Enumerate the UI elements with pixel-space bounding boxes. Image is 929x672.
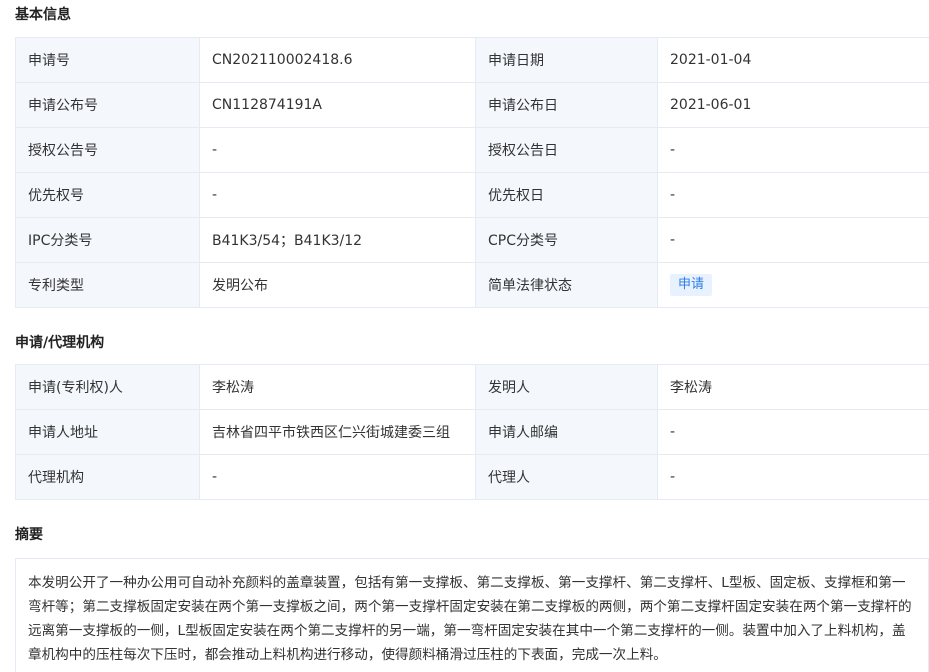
table-row: 授权公告号 - 授权公告日 -	[15, 127, 929, 173]
field-value-publication-number: CN112874191A	[199, 82, 476, 128]
field-label-grant-number: 授权公告号	[15, 127, 200, 173]
field-value-applicant-address: 吉林省四平市铁西区仁兴街城建委三组	[199, 409, 476, 455]
field-label-publication-date: 申请公布日	[475, 82, 658, 128]
table-row: 申请号 CN202110002418.6 申请日期 2021-01-04	[15, 37, 929, 83]
field-value-legal-status: 申请	[657, 262, 929, 308]
field-value-application-number: CN202110002418.6	[199, 37, 476, 83]
field-label-agency: 代理机构	[15, 454, 200, 500]
table-row: 优先权号 - 优先权日 -	[15, 172, 929, 218]
field-label-applicant: 申请(专利权)人	[15, 364, 200, 410]
table-row: 申请(专利权)人 李松涛 发明人 李松涛	[15, 364, 929, 410]
field-label-priority-number: 优先权号	[15, 172, 200, 218]
field-value-grant-date: -	[657, 127, 929, 173]
field-label-legal-status: 简单法律状态	[475, 262, 658, 308]
field-value-publication-date: 2021-06-01	[657, 82, 929, 128]
field-value-priority-date: -	[657, 172, 929, 218]
field-value-priority-number: -	[199, 172, 476, 218]
field-label-cpc: CPC分类号	[475, 217, 658, 263]
field-label-grant-date: 授权公告日	[475, 127, 658, 173]
field-label-patent-type: 专利类型	[15, 262, 200, 308]
table-row: 专利类型 发明公布 简单法律状态 申请	[15, 262, 929, 308]
field-label-priority-date: 优先权日	[475, 172, 658, 218]
field-label-applicant-address: 申请人地址	[15, 409, 200, 455]
legal-status-badge[interactable]: 申请	[670, 274, 713, 296]
table-row: 代理机构 - 代理人 -	[15, 454, 929, 500]
field-value-ipc: B41K3/54；B41K3/12	[199, 217, 476, 263]
field-value-patent-type: 发明公布	[199, 262, 476, 308]
field-value-agency: -	[199, 454, 476, 500]
agency-table: 申请(专利权)人 李松涛 发明人 李松涛 申请人地址 吉林省四平市铁西区仁兴街城…	[15, 364, 929, 500]
field-value-agent: -	[657, 454, 929, 500]
section-title-abstract: 摘要	[15, 527, 43, 543]
field-label-applicant-postcode: 申请人邮编	[475, 409, 658, 455]
field-value-applicant: 李松涛	[199, 364, 476, 410]
field-label-application-date: 申请日期	[475, 37, 658, 83]
section-title-agency: 申请/代理机构	[15, 335, 105, 351]
basic-info-table: 申请号 CN202110002418.6 申请日期 2021-01-04 申请公…	[15, 37, 929, 308]
field-value-cpc: -	[657, 217, 929, 263]
section-title-basic-info: 基本信息	[15, 7, 71, 23]
field-label-agent: 代理人	[475, 454, 658, 500]
table-row: 申请公布号 CN112874191A 申请公布日 2021-06-01	[15, 82, 929, 128]
field-value-inventor: 李松涛	[657, 364, 929, 410]
field-value-application-date: 2021-01-04	[657, 37, 929, 83]
abstract-box: 本发明公开了一种办公用可自动补充颜料的盖章装置，包括有第一支撑板、第二支撑板、第…	[15, 558, 929, 672]
field-value-grant-number: -	[199, 127, 476, 173]
field-label-inventor: 发明人	[475, 364, 658, 410]
field-label-ipc: IPC分类号	[15, 217, 200, 263]
field-label-publication-number: 申请公布号	[15, 82, 200, 128]
field-label-application-number: 申请号	[15, 37, 200, 83]
table-row: 申请人地址 吉林省四平市铁西区仁兴街城建委三组 申请人邮编 -	[15, 409, 929, 455]
field-value-applicant-postcode: -	[657, 409, 929, 455]
abstract-text: 本发明公开了一种办公用可自动补充颜料的盖章装置，包括有第一支撑板、第二支撑板、第…	[28, 575, 912, 663]
table-row: IPC分类号 B41K3/54；B41K3/12 CPC分类号 -	[15, 217, 929, 263]
